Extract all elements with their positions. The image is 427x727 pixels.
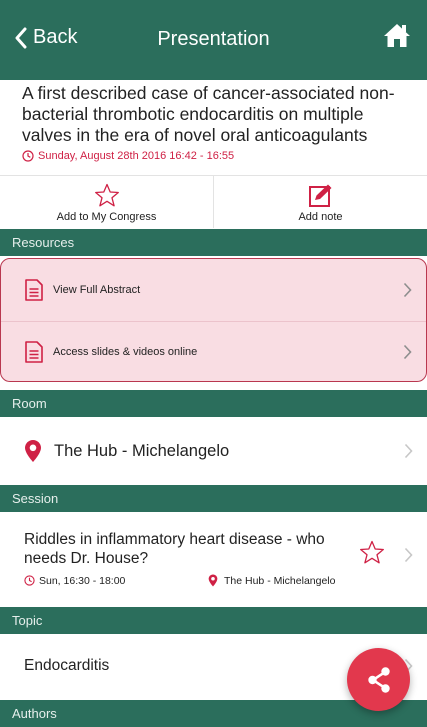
chevron-right-icon [403,344,412,360]
session-location-text: The Hub - Michelangelo [224,574,336,587]
add-to-congress-label: Add to My Congress [56,211,157,223]
resources-list: View Full Abstract Access slides & video… [0,258,427,382]
session-location: The Hub - Michelangelo [208,574,335,587]
document-icon [25,279,43,301]
presentation-datetime: Sunday, August 28th 2016 16:42 - 16:55 [22,150,405,162]
access-slides-videos-link[interactable]: Access slides & videos online [1,321,426,383]
add-to-congress-button[interactable]: Add to My Congress [0,176,213,228]
resource-label: Access slides & videos online [53,346,198,358]
home-button[interactable] [383,22,411,53]
room-row[interactable]: The Hub - Michelangelo [0,417,427,485]
star-outline-icon[interactable] [359,540,385,565]
back-label: Back [33,26,78,48]
add-note-button[interactable]: Add note [213,176,427,228]
presentation-title: A first described case of cancer-associa… [22,83,395,145]
chevron-left-icon [15,27,27,48]
chevron-right-icon [403,282,412,298]
back-button[interactable]: Back [14,26,77,49]
star-outline-icon [94,183,119,207]
view-full-abstract-link[interactable]: View Full Abstract [1,259,426,321]
map-pin-icon [208,574,218,587]
datetime-text: Sunday, August 28th 2016 16:42 - 16:55 [38,150,235,162]
resource-label: View Full Abstract [53,284,141,296]
nav-bar: Back Presentation [0,0,427,80]
section-header-topic: Topic [0,607,427,634]
chevron-right-icon [404,547,413,563]
session-row[interactable]: Riddles in inflammatory heart disease - … [0,512,427,598]
add-note-label: Add note [298,211,343,223]
presentation-header: A first described case of cancer-associa… [0,80,427,175]
clock-icon [22,150,34,162]
map-pin-icon [25,440,41,462]
section-header-room: Room [0,390,427,417]
chevron-right-icon [404,443,413,459]
clock-icon [24,575,35,586]
room-name: The Hub - Michelangelo [54,441,230,460]
session-time: Sun, 16:30 - 18:00 [24,575,208,587]
action-bar: Add to My Congress Add note [0,175,427,228]
presentation-screen: Back Presentation A first described case… [0,0,427,727]
home-icon [384,24,410,47]
topic-name: Endocarditis [24,656,110,674]
edit-note-icon [308,184,331,207]
session-title: Riddles in inflammatory heart disease - … [24,531,325,567]
section-header-resources: Resources [0,229,427,256]
document-icon [25,341,43,363]
session-time-text: Sun, 16:30 - 18:00 [39,574,126,587]
share-icon [367,666,390,693]
session-meta: Sun, 16:30 - 18:00 The Hub - Michelangel… [24,574,427,587]
section-header-session: Session [0,485,427,512]
share-button[interactable] [347,648,410,711]
